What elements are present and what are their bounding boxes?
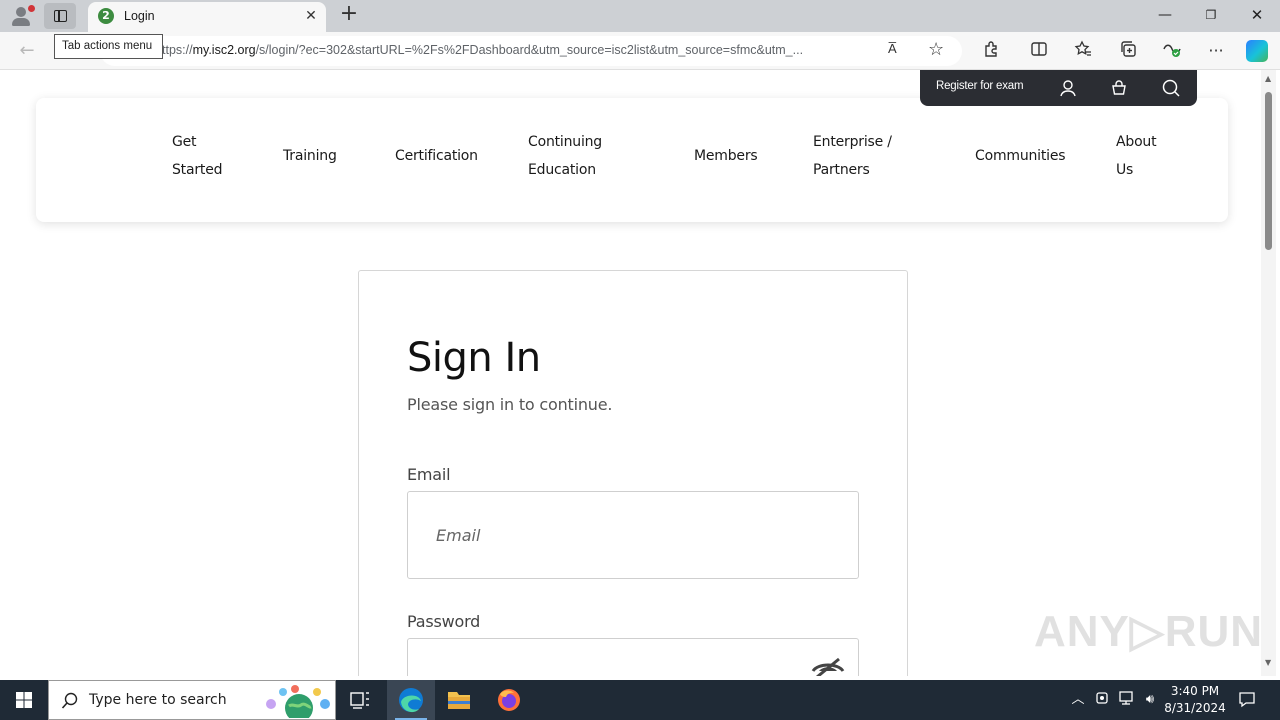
search-placeholder: Type here to search bbox=[89, 692, 227, 708]
notification-dot bbox=[28, 5, 35, 12]
favorites-icon[interactable] bbox=[1072, 40, 1094, 62]
task-view-button[interactable] bbox=[336, 680, 384, 720]
tab-actions-tooltip: Tab actions menu bbox=[54, 34, 163, 59]
search-icon bbox=[61, 692, 79, 710]
browser-toolbar: ← ttps://my.isc2.org/s/login/?ec=302&sta… bbox=[0, 32, 1280, 70]
utility-bar: Register for exam bbox=[920, 70, 1197, 106]
page-scrollbar[interactable]: ▲ ▼ bbox=[1261, 70, 1276, 676]
isc2-favicon-icon: 2 bbox=[98, 8, 114, 24]
register-for-exam-link[interactable]: Register for exam bbox=[936, 80, 1024, 92]
anyrun-watermark: ANY▷RUN bbox=[1034, 607, 1264, 656]
favorite-star-icon[interactable]: ☆ bbox=[928, 39, 944, 60]
email-label: Email bbox=[407, 465, 451, 484]
page-viewport: Get Started Training Certification Contin… bbox=[4, 70, 1261, 676]
nav-members[interactable]: Members bbox=[694, 142, 758, 170]
search-icon[interactable] bbox=[1161, 78, 1181, 98]
nav-communities[interactable]: Communities bbox=[975, 142, 1066, 170]
user-icon[interactable] bbox=[1058, 78, 1078, 98]
minimize-button[interactable]: — bbox=[1150, 4, 1180, 26]
nav-about-us[interactable]: About Us bbox=[1116, 128, 1157, 184]
nav-continuing-education[interactable]: Continuing Education bbox=[528, 128, 602, 184]
password-field[interactable] bbox=[407, 638, 859, 676]
search-highlight-illustration-icon bbox=[261, 684, 333, 720]
edge-taskbar-button[interactable] bbox=[387, 680, 435, 720]
tab-actions-button[interactable] bbox=[44, 3, 76, 29]
scroll-thumb[interactable] bbox=[1265, 92, 1272, 250]
read-aloud-icon[interactable]: A̅ bbox=[888, 41, 897, 56]
show-password-icon[interactable] bbox=[811, 655, 845, 676]
scroll-down-arrow-icon[interactable]: ▼ bbox=[1265, 658, 1271, 667]
windows-taskbar: Type here to search ︿ 🔊︎ 3:40 PM 8/31/20… bbox=[0, 680, 1280, 720]
extensions-icon[interactable] bbox=[980, 40, 1002, 62]
close-window-button[interactable]: ✕ bbox=[1242, 4, 1272, 26]
firefox-button[interactable] bbox=[485, 680, 533, 720]
clock-date[interactable]: 8/31/2024 bbox=[1160, 701, 1230, 715]
tab-title: Login bbox=[124, 9, 155, 23]
sign-in-card: Sign In Please sign in to continue. Emai… bbox=[358, 270, 908, 676]
taskbar-search-box[interactable]: Type here to search bbox=[48, 680, 336, 720]
copilot-icon[interactable] bbox=[1246, 40, 1268, 62]
start-button[interactable] bbox=[0, 680, 48, 720]
new-tab-button[interactable]: + bbox=[338, 3, 360, 26]
browser-tab-login[interactable]: 2 Login ✕ bbox=[88, 2, 326, 32]
scroll-up-arrow-icon[interactable]: ▲ bbox=[1265, 74, 1271, 83]
profile-button[interactable] bbox=[8, 4, 36, 28]
tab-actions-icon bbox=[54, 10, 67, 22]
password-label: Password bbox=[407, 612, 481, 631]
more-options-icon[interactable]: ··· bbox=[1205, 40, 1227, 62]
profile-icon bbox=[16, 7, 26, 17]
nav-enterprise-partners[interactable]: Enterprise / Partners bbox=[813, 128, 892, 184]
nav-training[interactable]: Training bbox=[283, 142, 337, 170]
nav-get-started[interactable]: Get Started bbox=[172, 128, 223, 184]
address-bar[interactable]: ttps://my.isc2.org/s/login/?ec=302&start… bbox=[100, 36, 962, 66]
meet-now-icon[interactable] bbox=[1093, 690, 1113, 710]
file-explorer-button[interactable] bbox=[435, 680, 483, 720]
back-button[interactable]: ← bbox=[14, 40, 40, 62]
show-hidden-icons-icon[interactable]: ︿ bbox=[1068, 690, 1088, 710]
split-screen-icon[interactable] bbox=[1028, 40, 1050, 62]
tab-strip: 2 Login ✕ + — ❐ ✕ bbox=[0, 0, 1280, 32]
sign-in-subtitle: Please sign in to continue. bbox=[407, 395, 613, 414]
sign-in-title: Sign In bbox=[407, 335, 541, 381]
site-header: Get Started Training Certification Contin… bbox=[36, 98, 1228, 222]
url-text: ttps://my.isc2.org/s/login/?ec=302&start… bbox=[162, 43, 804, 57]
close-tab-icon[interactable]: ✕ bbox=[302, 7, 320, 25]
volume-icon[interactable]: 🔊︎ bbox=[1140, 690, 1160, 710]
collections-icon[interactable] bbox=[1117, 40, 1139, 62]
clock-time[interactable]: 3:40 PM bbox=[1160, 684, 1230, 698]
email-field[interactable] bbox=[407, 491, 859, 579]
notifications-icon[interactable] bbox=[1237, 690, 1257, 710]
browser-essentials-icon[interactable] bbox=[1161, 40, 1183, 62]
network-icon[interactable] bbox=[1116, 690, 1136, 710]
restore-button[interactable]: ❐ bbox=[1196, 4, 1226, 26]
nav-certification[interactable]: Certification bbox=[395, 142, 478, 170]
shopping-bag-icon[interactable] bbox=[1109, 78, 1129, 98]
